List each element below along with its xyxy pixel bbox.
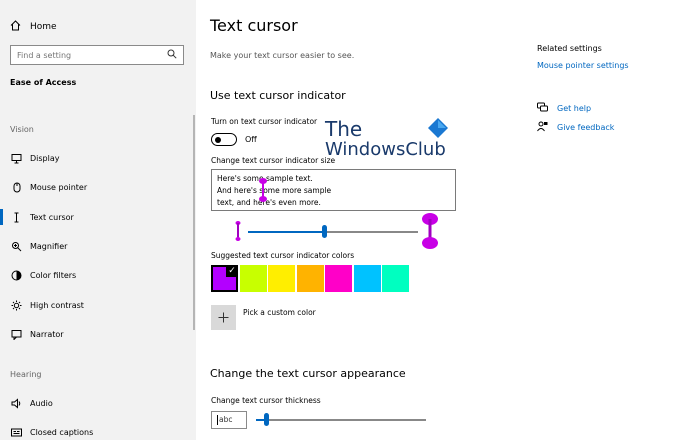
thickness-preview-box: abc [211,411,247,429]
thickness-preview-text: abc [219,415,233,424]
give-feedback-label: Give feedback [557,123,615,132]
sidebar-item-label: Closed captions [30,427,94,437]
feedback-person-icon [537,121,557,134]
search-input[interactable] [17,50,167,60]
sidebar-scrollbar[interactable] [193,115,195,330]
group-label-hearing: Hearing [10,370,42,379]
sidebar-item-high-contrast[interactable]: High contrast [0,294,196,316]
pick-custom-color-label[interactable]: Pick a custom color [243,308,316,317]
indicator-toggle[interactable] [211,133,237,146]
narrator-icon [10,328,22,340]
help-chat-icon [537,102,557,115]
size-slider-fill [248,231,325,233]
group-label-vision: Vision [10,125,34,134]
related-settings-title: Related settings [537,44,602,53]
color-swatch[interactable] [268,265,295,292]
thickness-preview-caret [217,415,218,425]
give-feedback-link[interactable]: Give feedback [537,121,614,134]
pick-custom-color-button[interactable] [211,305,236,330]
get-help-label: Get help [557,104,592,113]
sidebar-item-label: Color filters [30,270,77,280]
indicator-heading: Use text cursor indicator [210,89,346,102]
sidebar-item-text-cursor[interactable]: Text cursor [0,206,196,228]
home-icon [10,20,30,34]
mouse-icon [10,181,22,193]
color-swatch[interactable] [239,265,267,292]
sample-line: And here's some more sample [217,186,332,195]
watermark-line1: The [325,117,363,141]
sidebar-item-label: Audio [30,398,53,408]
sidebar-item-narrator[interactable]: Narrator [0,323,196,345]
sidebar-item-label: Narrator [30,329,64,339]
home-button[interactable]: Home [10,18,57,36]
toggle-state: Off [245,135,257,144]
color-swatch[interactable] [325,265,352,292]
thickness-label: Change text cursor thickness [211,396,321,405]
sidebar-item-label: Mouse pointer [30,182,88,192]
monitor-icon [10,152,22,164]
sidebar-item-color-filters[interactable]: Color filters [0,264,196,286]
sidebar-item-magnifier[interactable]: Magnifier [0,235,196,257]
sidebar-item-closed-captions[interactable]: Closed captions [0,421,196,440]
page-title: Text cursor [210,16,298,35]
sidebar-item-mouse-pointer[interactable]: Mouse pointer [0,176,196,198]
sidebar-item-label: Text cursor [30,212,74,222]
watermark-line2: WindowsClub [325,139,446,160]
section-title: Ease of Access [10,78,77,87]
page-subtitle: Make your text cursor easier to see. [210,51,355,60]
captions-icon [10,426,22,438]
color-swatch[interactable] [382,265,409,292]
sidebar-item-display[interactable]: Display [0,147,196,169]
text-cursor-icon [10,211,22,223]
color-swatch[interactable] [353,265,381,292]
thickness-slider-track[interactable] [256,419,426,421]
toggle-knob [215,136,221,143]
small-indicator-icon [235,221,241,241]
sidebar-item-label: Magnifier [30,241,68,251]
sidebar-item-label: High contrast [30,300,84,310]
colors-label: Suggested text cursor indicator colors [211,251,355,260]
appearance-heading: Change the text cursor appearance [210,367,406,380]
sidebar-item-audio[interactable]: Audio [0,392,196,414]
high-contrast-icon [10,299,22,311]
toggle-label: Turn on text cursor indicator [211,117,318,126]
sample-text-box: Here's some sample text. And here's some… [211,169,456,211]
watermark: The WindowsClub [325,117,455,163]
get-help-link[interactable]: Get help [537,102,591,115]
search-icon[interactable] [167,49,177,61]
color-swatch[interactable]: ✓ [211,265,238,292]
sidebar-item-label: Display [30,153,60,163]
size-label: Change text cursor indicator size [211,156,336,165]
checkmark-icon: ✓ [226,265,238,277]
magnifier-icon [10,240,22,252]
sidebar: Home Ease of Access Vision Display Mouse… [0,0,196,440]
large-indicator-icon [422,213,438,249]
plus-icon [218,308,229,327]
color-filter-icon [10,269,22,281]
sample-line: text, and here's even more. [217,198,321,207]
speaker-icon [10,397,22,409]
size-slider-thumb[interactable] [322,225,327,238]
mouse-pointer-settings-link[interactable]: Mouse pointer settings [537,61,629,70]
cursor-indicator-preview [259,178,267,202]
search-box[interactable] [10,45,184,65]
sample-line: Here's some sample text. [217,174,313,183]
color-swatch[interactable] [296,265,324,292]
home-label: Home [30,22,57,32]
windows-logo-icon [428,118,448,138]
thickness-slider-thumb[interactable] [263,413,269,426]
